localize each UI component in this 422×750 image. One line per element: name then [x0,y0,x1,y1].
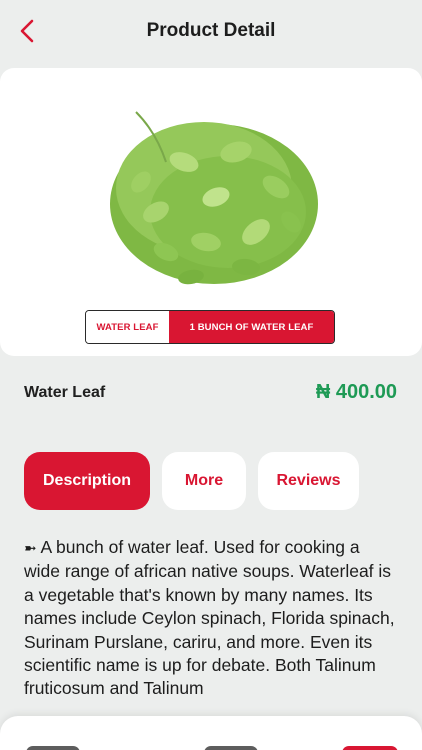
bottom-button-right[interactable] [342,746,398,750]
product-name: Water Leaf [24,384,106,401]
arrow-bullet-icon: ➼ [24,540,37,557]
product-price: ₦ 400.00 [315,381,397,403]
description-text: ➼ A bunch of water leaf. Used for cookin… [24,536,400,701]
product-image-card: WATER LEAF 1 BUNCH OF WATER LEAF [0,68,422,356]
detail-tabs: Description More Reviews [0,452,422,512]
description-body: A bunch of water leaf. Used for cooking … [24,537,395,699]
bottom-action-bar [0,716,422,750]
product-image [110,111,318,285]
tab-more[interactable]: More [162,452,246,510]
variant-option-water-leaf[interactable]: WATER LEAF [86,311,169,343]
tab-reviews[interactable]: Reviews [258,452,359,510]
variant-option-1-bunch[interactable]: 1 BUNCH OF WATER LEAF [169,311,334,343]
bottom-button-middle[interactable] [204,746,258,750]
app-header: Product Detail [0,0,422,64]
variant-selector: WATER LEAF 1 BUNCH OF WATER LEAF [85,310,335,344]
page-title: Product Detail [146,20,276,41]
tab-description[interactable]: Description [24,452,150,510]
bottom-button-left[interactable] [26,746,80,750]
